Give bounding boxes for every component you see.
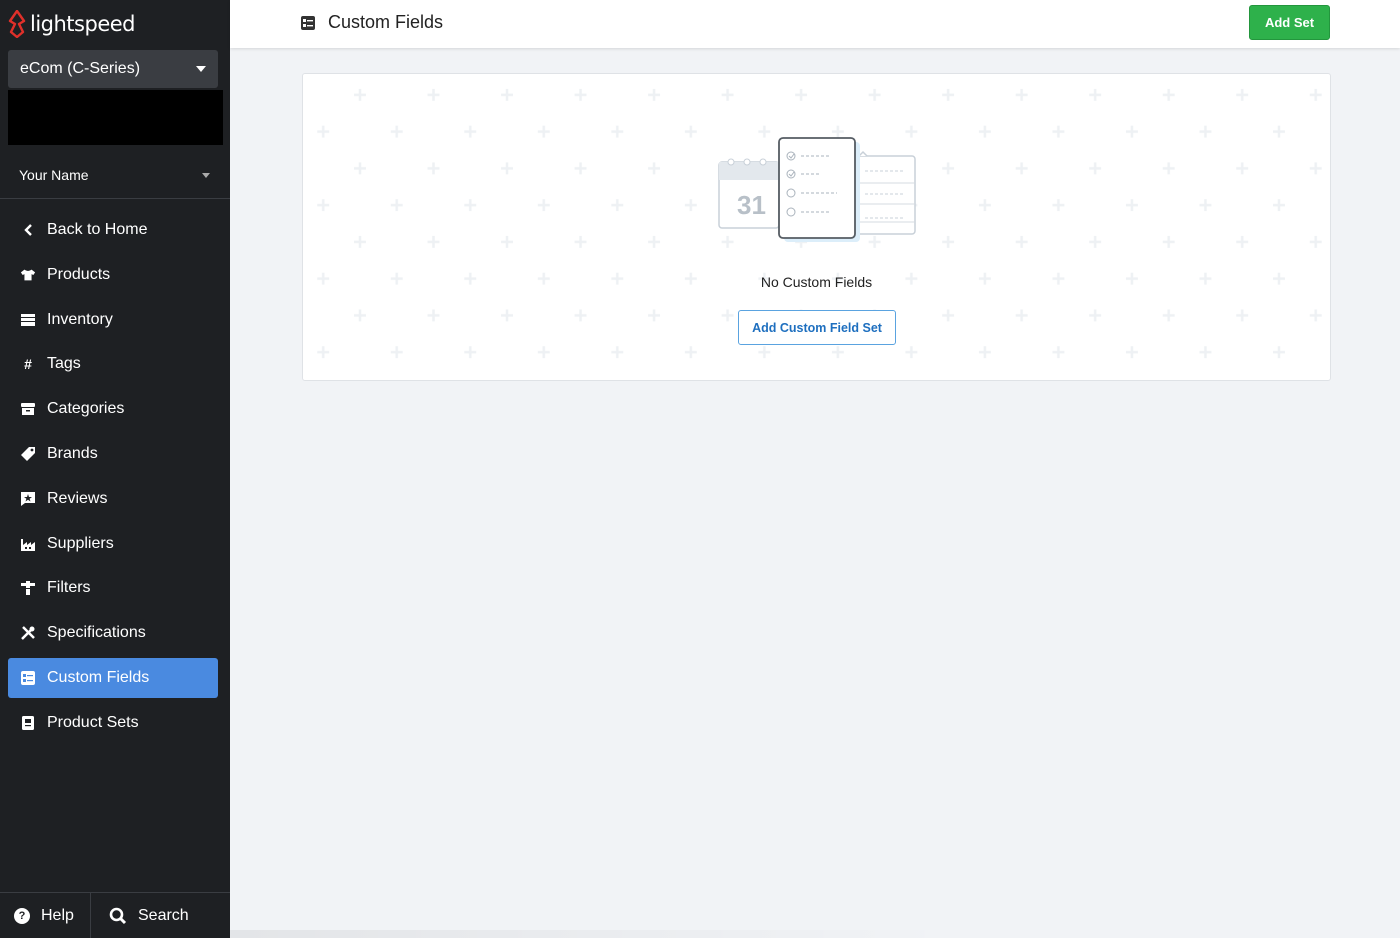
sidebar-divider — [0, 198, 230, 199]
page-title-text: Custom Fields — [328, 12, 444, 32]
hash-icon: # — [24, 356, 32, 373]
sidebar-item-label: Custom Fields — [47, 668, 150, 686]
filter-icon — [20, 580, 36, 596]
horizontal-scroll-shadow — [230, 930, 950, 938]
sidebar-item-label: Product Sets — [47, 713, 139, 731]
inventory-icon — [20, 312, 36, 328]
sidebar-nav: Back to Home Products Inventory # Tags C… — [8, 210, 218, 748]
sidebar-item-label: Filters — [47, 579, 91, 597]
sidebar-item-label: Specifications — [47, 624, 146, 642]
sidebar-item-inventory[interactable]: Inventory — [8, 300, 218, 340]
sidebar-item-label: Tags — [47, 355, 81, 373]
sidebar: lightspeed eCom (C-Series) Your Name Bac… — [0, 0, 230, 938]
shirt-icon — [20, 267, 36, 283]
sidebar-item-label: Products — [47, 265, 111, 283]
sidebar-item-label: Brands — [47, 444, 98, 462]
sidebar-item-filters[interactable]: Filters — [8, 568, 218, 608]
user-menu[interactable]: Your Name — [0, 155, 230, 195]
redacted-block — [8, 90, 223, 145]
factory-icon — [20, 536, 36, 552]
sidebar-item-categories[interactable]: Categories — [8, 389, 218, 429]
custom-fields-icon — [301, 15, 315, 30]
sidebar-item-specifications[interactable]: Specifications — [8, 613, 218, 653]
chevron-left-icon — [20, 222, 36, 238]
help-icon: ? — [14, 907, 30, 924]
add-set-button[interactable]: Add Set — [1249, 5, 1330, 40]
lightspeed-logo[interactable]: lightspeed — [8, 8, 135, 40]
archive-icon — [20, 401, 36, 417]
sidebar-item-products[interactable]: Products — [8, 255, 218, 295]
help-button[interactable]: ? Help — [0, 893, 91, 938]
tag-icon — [20, 446, 36, 462]
star-comment-icon — [20, 491, 36, 507]
sidebar-item-tags[interactable]: # Tags — [8, 344, 218, 384]
sidebar-item-brands[interactable]: Brands — [8, 434, 218, 474]
calendar-icon: 31 — [718, 158, 780, 229]
sidebar-item-product-sets[interactable]: Product Sets — [8, 703, 218, 743]
caret-down-icon — [202, 172, 210, 178]
sidebar-footer: ? Help Search — [0, 892, 230, 938]
empty-state-message: No Custom Fields — [760, 274, 873, 290]
empty-state-panel: 31 No Custom Fields Add Custom Field Set — [302, 73, 1331, 381]
search-icon — [109, 907, 127, 924]
help-label: Help — [41, 906, 74, 924]
empty-state-illustration: 31 — [718, 137, 916, 242]
sidebar-item-label: Inventory — [47, 310, 113, 328]
sidebar-item-back-to-home[interactable]: Back to Home — [8, 210, 218, 250]
sidebar-item-custom-fields[interactable]: Custom Fields — [8, 657, 218, 698]
sidebar-item-label: Suppliers — [47, 534, 114, 552]
store-select-value: eCom (C-Series) — [20, 60, 141, 77]
sidebar-item-suppliers[interactable]: Suppliers — [8, 524, 218, 564]
document-icon — [851, 150, 916, 235]
tools-icon — [20, 625, 36, 641]
custom-fields-icon — [20, 670, 36, 686]
flame-icon — [8, 10, 26, 38]
page-title: Custom Fields — [300, 12, 443, 33]
sidebar-item-label: Back to Home — [47, 221, 148, 238]
sidebar-item-label: Reviews — [47, 489, 108, 507]
checklist-icon — [778, 137, 860, 242]
caret-down-icon — [196, 66, 206, 72]
search-button[interactable]: Search — [91, 893, 189, 938]
user-name: Your Name — [19, 167, 89, 183]
product-sets-icon — [20, 715, 36, 731]
page-header: Custom Fields Add Set — [230, 0, 1400, 48]
sidebar-item-label: Categories — [47, 400, 125, 418]
add-custom-field-set-button[interactable]: Add Custom Field Set — [738, 310, 896, 345]
sidebar-item-reviews[interactable]: Reviews — [8, 479, 218, 519]
svg-text:31: 31 — [737, 190, 766, 220]
search-label: Search — [138, 906, 189, 924]
brand-name: lightspeed — [30, 12, 135, 36]
store-select[interactable]: eCom (C-Series) — [8, 50, 218, 88]
